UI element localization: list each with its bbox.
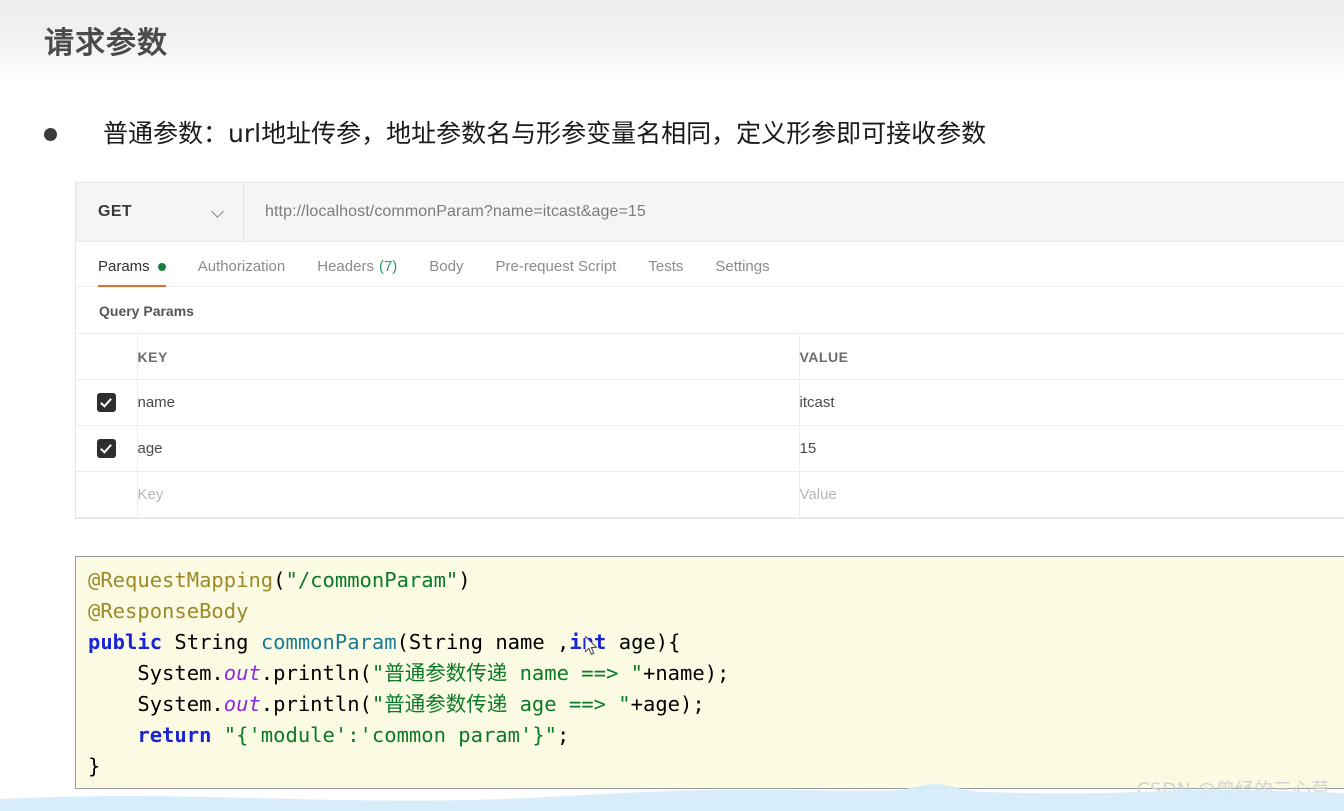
- code-token-field: out: [223, 692, 261, 716]
- tab-headers[interactable]: Headers (7): [317, 258, 397, 286]
- tab-params[interactable]: Params: [98, 258, 166, 287]
- header-cell-value: VALUE: [799, 333, 1344, 380]
- code-token-plain: }: [88, 754, 101, 778]
- header-cell-check: [76, 333, 138, 380]
- code-token-plain: System.: [88, 661, 224, 685]
- tab-pre-request-script-label: Pre-request Script: [495, 258, 617, 275]
- row-value[interactable]: 15: [799, 425, 1344, 472]
- code-token-field: out: [223, 661, 261, 685]
- header-cell-key: KEY: [137, 333, 800, 380]
- code-line: System.out.println("普通参数传递 name ==> "+na…: [88, 658, 1344, 689]
- tab-body[interactable]: Body: [429, 258, 463, 286]
- code-line: System.out.println("普通参数传递 age ==> "+age…: [88, 689, 1344, 720]
- code-token-str: "普通参数传递 name ==> ": [371, 661, 643, 685]
- code-token-kw: return: [137, 723, 212, 747]
- code-token-str: "/commonParam": [285, 568, 459, 592]
- tab-tests-label: Tests: [648, 258, 684, 275]
- code-token-plain: age){: [606, 630, 681, 654]
- row-key-placeholder[interactable]: Key: [137, 471, 800, 518]
- code-token-plain: ;: [557, 723, 570, 747]
- bullet-item-label: 普通参数：url地址传参，地址参数名与形参变量名相同，定义形参即可接收参数: [103, 119, 987, 148]
- code-line: @ResponseBody: [88, 596, 1344, 627]
- bottom-wave-decoration: [0, 783, 1344, 811]
- code-token-str: "{'module':'common param'}": [223, 723, 558, 747]
- java-code-block: @RequestMapping("/commonParam") @Response…: [75, 556, 1344, 789]
- request-tabs: Params Authorization Headers (7) Body Pr…: [76, 242, 1344, 287]
- row-checkbox[interactable]: [96, 393, 116, 412]
- code-token-kw: int: [569, 630, 607, 654]
- bullet-item: 普通参数：url地址传参，地址参数名与形参变量名相同，定义形参即可接收参数: [44, 119, 986, 149]
- code-token-plain: System.: [88, 692, 224, 716]
- code-token-plain: (String name ,: [396, 630, 570, 654]
- code-line: public String commonParam(String name ,i…: [88, 627, 1344, 658]
- code-token-plain: .println(: [260, 692, 372, 716]
- tab-body-label: Body: [429, 258, 464, 275]
- row-checkbox-cell: [76, 379, 138, 426]
- code-token-plain: +name);: [643, 661, 730, 685]
- table-row: age 15: [76, 425, 1344, 472]
- tab-settings-label: Settings: [715, 258, 770, 275]
- postman-request-panel: GET http://localhost/commonParam?name=it…: [75, 182, 1344, 519]
- code-token-kw: public: [88, 630, 163, 654]
- tab-pre-request-script[interactable]: Pre-request Script: [496, 258, 617, 286]
- row-checkbox[interactable]: [96, 439, 116, 458]
- page-title: 请求参数: [44, 26, 168, 61]
- row-key[interactable]: name: [137, 379, 800, 426]
- request-url-bar: GET http://localhost/commonParam?name=it…: [76, 183, 1344, 242]
- tab-params-label: Params: [98, 258, 150, 275]
- request-url-input[interactable]: http://localhost/commonParam?name=itcast…: [244, 183, 1344, 241]
- row-checkbox-cell: [76, 425, 138, 472]
- row-value-placeholder[interactable]: Value: [799, 471, 1344, 518]
- tab-authorization[interactable]: Authorization: [198, 258, 286, 286]
- table-header-row: KEY VALUE: [76, 333, 1344, 380]
- query-params-title: Query Params: [99, 303, 194, 319]
- code-token-plain: .println(: [260, 661, 372, 685]
- code-token-plain: ): [458, 568, 471, 592]
- chevron-down-icon: [212, 206, 225, 219]
- tab-settings[interactable]: Settings: [715, 258, 769, 286]
- code-token-plain: +age);: [630, 692, 705, 716]
- http-method-label: GET: [98, 203, 133, 220]
- code-token-anno: @RequestMapping: [88, 568, 274, 592]
- table-row: name itcast: [76, 379, 1344, 426]
- code-token-fn: commonParam: [260, 630, 397, 654]
- code-line: return "{'module':'common param'}";: [88, 720, 1344, 751]
- row-checkbox-cell: [76, 471, 138, 518]
- bullet-dot-icon: [44, 127, 57, 141]
- row-value[interactable]: itcast: [799, 379, 1344, 426]
- code-token-plain: (: [273, 568, 286, 592]
- tab-authorization-label: Authorization: [197, 258, 286, 275]
- table-row-empty: Key Value: [76, 471, 1344, 518]
- code-token-anno: @ResponseBody: [88, 599, 249, 623]
- tab-tests[interactable]: Tests: [648, 258, 683, 286]
- row-key[interactable]: age: [137, 425, 800, 472]
- tab-headers-count: (7): [378, 258, 398, 275]
- code-token-str: "普通参数传递 age ==> ": [371, 692, 631, 716]
- code-token-plain: String: [162, 630, 261, 654]
- http-method-select[interactable]: GET: [76, 183, 244, 241]
- query-params-table: KEY VALUE name itcast age 15 Key Value: [76, 333, 1344, 518]
- params-status-dot-icon: [157, 262, 166, 271]
- tab-headers-label: Headers: [317, 258, 374, 275]
- code-line: @RequestMapping("/commonParam"): [88, 565, 1344, 596]
- slide-header: 请求参数: [0, 0, 1344, 80]
